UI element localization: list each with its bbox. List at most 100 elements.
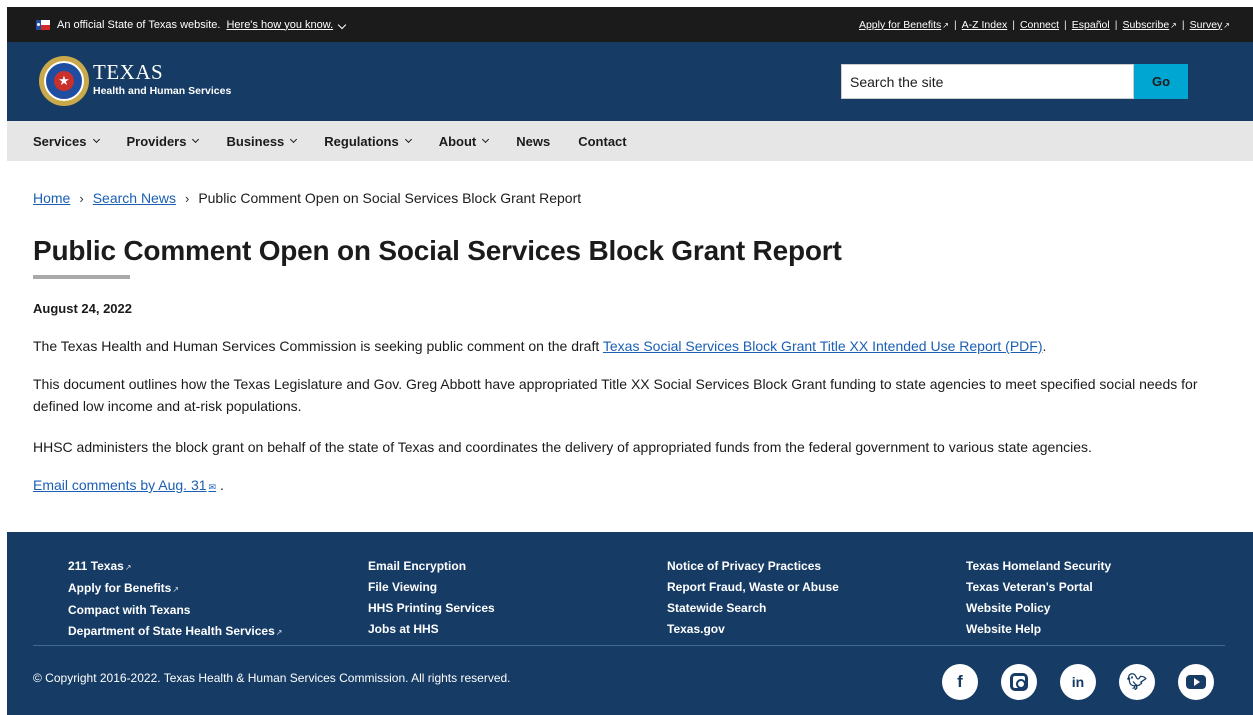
footer-link-homeland-security[interactable]: Texas Homeland Security [966,556,1111,577]
chevron-down-icon [337,20,347,29]
footer-link-compact[interactable]: Compact with Texans [68,600,282,621]
nav-label: About [438,133,477,149]
texas-hhs-seal-logo[interactable]: ★ [39,56,89,106]
nav-contact[interactable]: Contact [578,134,626,149]
divider: | [953,18,957,31]
nav-regulations[interactable]: Regulations [324,133,412,149]
brand-line-texas: TEXAS [93,60,164,84]
apply-for-benefits-label: Apply for Benefits [858,18,942,31]
divider: | [1012,18,1015,31]
footer-link-211-texas[interactable]: 211 Texas↗ [68,556,282,578]
footer-link-jobs[interactable]: Jobs at HHS [368,619,495,640]
utility-links: Apply for Benefits↗ | A-Z Index | Connect |… [854,7,1235,42]
footer-link-label: 211 Texas [68,559,124,573]
footer-link-texas-gov[interactable]: Texas.gov [667,619,839,640]
footer-link-apply-benefits[interactable]: Apply for Benefits↗ [68,578,282,600]
chevron-down-icon [92,135,100,144]
official-banner: An official State of Texas website. Here… [7,7,1253,42]
chevron-down-icon [404,135,412,144]
how-you-know-link[interactable]: Here's how you know. [226,18,347,31]
nav-label: Services [33,133,87,149]
site-header: ★ TEXAS Health and Human Services Go [7,42,1253,121]
footer-link-website-help[interactable]: Website Help [966,619,1111,640]
footer-divider [33,645,1225,646]
youtube-icon[interactable] [1178,664,1214,700]
footer-link-label: Apply for Benefits [68,581,172,595]
nav-business[interactable]: Business [226,133,298,149]
footer-link-printing[interactable]: HHS Printing Services [368,598,495,619]
article-date: August 24, 2022 [33,301,132,316]
chevron-right-icon: › [79,190,84,206]
external-link-icon: ↗ [1170,20,1177,30]
footer-link-privacy[interactable]: Notice of Privacy Practices [667,556,839,577]
site-footer: 211 Texas↗ Apply for Benefits↗ Compact w… [7,532,1253,715]
external-link-icon: ↗ [172,585,180,594]
copyright: © Copyright 2016-2022. Texas Health & Hu… [33,671,511,685]
footer-link-veterans-portal[interactable]: Texas Veteran's Portal [966,577,1111,598]
how-you-know-label: Here's how you know. [226,18,334,31]
email-comments-link[interactable]: Email comments by Aug. 31 ✉ [33,477,216,493]
divider: | [1181,18,1185,31]
search-go-button[interactable]: Go [1134,64,1188,99]
subscribe-link[interactable]: Subscribe↗ [1117,19,1181,31]
nav-label: Business [226,133,285,149]
nav-services[interactable]: Services [33,133,100,149]
paragraph-end: . [1042,338,1047,354]
social-links: f in 🐦︎ [942,664,1237,700]
external-link-icon: ↗ [942,20,949,30]
apply-for-benefits-link[interactable]: Apply for Benefits↗ [854,19,954,31]
espanol-link[interactable]: Español [1067,19,1115,31]
nav-label: Providers [126,133,187,149]
footer-column-2: Email Encryption File Viewing HHS Printi… [368,556,495,640]
footer-link-dshs[interactable]: Department of State Health Services↗ [68,621,282,643]
chevron-down-icon [290,135,298,144]
paragraph-end: . [219,477,224,493]
external-link-icon: ↗ [275,628,283,637]
footer-column-1: 211 Texas↗ Apply for Benefits↗ Compact w… [68,556,282,643]
linkedin-icon[interactable]: in [1060,664,1096,700]
nav-label: Regulations [324,133,399,149]
footer-link-report-fraud[interactable]: Report Fraud, Waste or Abuse [667,577,839,598]
nav-news[interactable]: News [516,134,550,149]
divider: | [1064,18,1067,31]
article-paragraph: Email comments by Aug. 31 ✉ . [33,474,1223,498]
footer-link-label: Department of State Health Services [68,624,275,638]
brand-line-hhs: Health and Human Services [93,85,232,97]
footer-link-email-encryption[interactable]: Email Encryption [368,556,495,577]
breadcrumb-search-news[interactable]: Search News [93,190,176,206]
article-paragraph: The Texas Health and Human Services Comm… [33,335,1223,357]
chevron-down-icon [482,135,490,144]
page-title: Public Comment Open on Social Services B… [33,235,842,266]
breadcrumb-home[interactable]: Home [33,190,70,206]
facebook-icon[interactable]: f [942,664,978,700]
footer-link-website-policy[interactable]: Website Policy [966,598,1111,619]
texas-flag-icon [36,19,50,30]
survey-label: Survey [1189,18,1223,31]
nav-about[interactable]: About [438,133,490,149]
brand-name[interactable]: TEXAS Health and Human Services [93,61,231,97]
search-input[interactable] [841,64,1134,99]
footer-link-file-viewing[interactable]: File Viewing [368,577,495,598]
footer-column-4: Texas Homeland Security Texas Veteran's … [966,556,1111,640]
az-index-link[interactable]: A-Z Index [957,19,1013,31]
main-nav: Services Providers Business Regulations … [7,121,1253,161]
divider: | [1114,18,1118,31]
instagram-icon[interactable] [1001,664,1037,700]
chevron-right-icon: › [184,190,190,206]
article-paragraph: HHSC administers the block grant on beha… [33,439,1092,455]
paragraph-text: The Texas Health and Human Services Comm… [33,338,603,354]
report-pdf-link[interactable]: Texas Social Services Block Grant Title … [603,338,1043,354]
nav-label: Contact [578,133,627,149]
survey-link[interactable]: Survey↗ [1185,19,1235,31]
breadcrumb-current: Public Comment Open on Social Services B… [198,190,582,206]
email-comments-label: Email comments by Aug. 31 [33,477,207,493]
footer-link-statewide-search[interactable]: Statewide Search [667,598,839,619]
connect-link[interactable]: Connect [1015,19,1064,31]
mail-icon: ✉ [208,482,217,492]
twitter-icon[interactable]: 🐦︎ [1119,664,1155,700]
footer-column-3: Notice of Privacy Practices Report Fraud… [667,556,839,640]
article-paragraph: This document outlines how the Texas Leg… [33,376,1198,414]
official-text: An official State of Texas website. [57,18,221,31]
nav-providers[interactable]: Providers [126,133,200,149]
title-underline [33,275,130,279]
